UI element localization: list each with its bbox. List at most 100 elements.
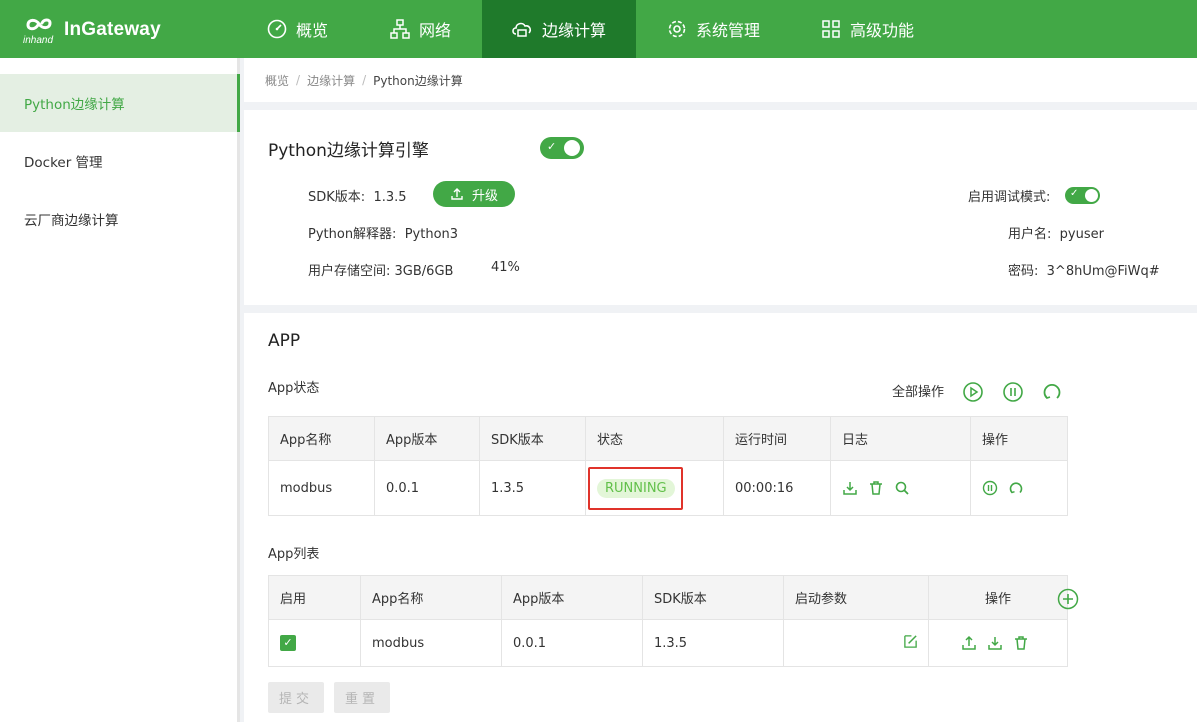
password-label: 密码: 3^8hUm@FiWq# (1008, 260, 1160, 279)
nav-edge-computing[interactable]: 边缘计算 (482, 0, 636, 58)
toggle-knob (564, 140, 580, 156)
logo: inhand InGateway (22, 14, 161, 46)
restart-icon[interactable] (1008, 480, 1024, 496)
app-version-cell: 0.0.1 (501, 619, 643, 667)
engine-toggle[interactable]: ✓ (540, 137, 584, 159)
download-log-icon[interactable] (842, 480, 858, 496)
logo-small-text: inhand (23, 35, 53, 45)
upload-icon (451, 188, 463, 200)
pause-icon[interactable] (982, 480, 998, 496)
check-icon: ✓ (547, 140, 557, 153)
dashboard-icon (267, 19, 287, 39)
storage-percent: 41% (491, 260, 520, 275)
nav-advanced[interactable]: 高级功能 (820, 0, 914, 58)
nav-label: 高级功能 (850, 21, 915, 40)
sidebar-item-python[interactable]: Python边缘计算 (0, 74, 240, 132)
column-header: 状态 (585, 416, 724, 461)
ops-cell (928, 619, 1068, 667)
sdk-version-label: SDK版本: 1.3.5 (308, 186, 407, 205)
top-nav-bar: inhand InGateway 概览 网络 边缘计算 系统管理 高级功能 (0, 0, 1197, 58)
app-list-title: App列表 (268, 547, 320, 562)
column-header: 操作 (970, 416, 1068, 461)
app-list-table: 启用 App名称 App版本 SDK版本 启动参数 操作 ✓ modbus 0.… (268, 575, 1068, 667)
breadcrumb-edge[interactable]: 边缘计算 (307, 72, 355, 89)
breadcrumb-separator: / (362, 73, 367, 87)
table-header-row: 启用 App名称 App版本 SDK版本 启动参数 操作 (268, 575, 1068, 620)
enable-cell: ✓ (268, 619, 361, 667)
app-title: APP (268, 331, 301, 351)
upgrade-button[interactable]: 升级 (433, 181, 515, 207)
search-log-icon[interactable] (894, 480, 910, 496)
app-version-cell: 0.0.1 (374, 460, 480, 516)
column-header: 启用 (268, 575, 361, 620)
engine-title: Python边缘计算引擎 (268, 141, 429, 161)
breadcrumb-overview[interactable]: 概览 (265, 72, 289, 89)
nav-label: 边缘计算 (542, 21, 607, 40)
nav-label: 网络 (419, 21, 452, 40)
username-label-text: 用户名: (1008, 227, 1052, 242)
username-label: 用户名: pyuser (1008, 223, 1104, 242)
check-icon: ✓ (1070, 188, 1079, 199)
breadcrumb: 概览 / 边缘计算 / Python边缘计算 (244, 58, 1197, 102)
sidebar-item-docker[interactable]: Docker 管理 (0, 132, 240, 190)
column-header: SDK版本 (642, 575, 784, 620)
storage-label: 用户存储空间: 3GB/6GB (308, 260, 453, 279)
network-icon (390, 19, 410, 39)
cloud-compute-icon (512, 22, 532, 37)
sdk-version-value: 1.3.5 (373, 190, 407, 205)
reset-button[interactable]: 重置 (334, 682, 390, 713)
log-cell (830, 460, 971, 516)
sidebar-item-cloud-vendor[interactable]: 云厂商边缘计算 (0, 190, 240, 248)
upload-icon[interactable] (961, 635, 977, 651)
nav-system[interactable]: 系统管理 (666, 0, 760, 58)
pause-all-icon[interactable] (1002, 381, 1024, 403)
uptime-cell: 00:00:16 (723, 460, 831, 516)
username-value: pyuser (1059, 227, 1104, 242)
nav-label: 系统管理 (696, 21, 761, 40)
column-header: 运行时间 (723, 416, 831, 461)
nav-network[interactable]: 网络 (389, 0, 451, 58)
restart-all-icon[interactable] (1041, 381, 1063, 403)
engine-card: Python边缘计算引擎 ✓ SDK版本: 1.3.5 升级 Python解释器… (244, 110, 1197, 305)
delete-icon[interactable] (1013, 635, 1029, 651)
interpreter-label-text: Python解释器: (308, 227, 397, 242)
column-header: 启动参数 (783, 575, 929, 620)
storage-value: 3GB/6GB (394, 264, 454, 279)
nav-overview[interactable]: 概览 (266, 0, 328, 58)
add-app-icon[interactable] (1057, 588, 1079, 610)
password-label-text: 密码: (1008, 264, 1039, 279)
start-all-icon[interactable] (962, 381, 984, 403)
download-icon[interactable] (987, 635, 1003, 651)
ops-cell (970, 460, 1068, 516)
column-header: App名称 (268, 416, 375, 461)
submit-button[interactable]: 提交 (268, 682, 324, 713)
highlight-box (588, 467, 683, 510)
toggle-knob (1085, 189, 1098, 202)
enable-checkbox[interactable]: ✓ (280, 635, 296, 651)
breadcrumb-current: Python边缘计算 (373, 73, 463, 88)
table-row: ✓ modbus 0.0.1 1.3.5 (268, 619, 1068, 667)
column-header: App版本 (501, 575, 643, 620)
column-header: 操作 (928, 575, 1068, 620)
storage-label-text: 用户存储空间: (308, 264, 391, 279)
sdk-version-cell: 1.3.5 (479, 460, 586, 516)
column-header: 日志 (830, 416, 971, 461)
app-card: APP App状态 全部操作 App名称 App版本 SDK版本 状态 运行时间… (244, 313, 1197, 722)
password-value: 3^8hUm@FiWq# (1046, 264, 1160, 279)
sdk-label-text: SDK版本: (308, 190, 366, 205)
debug-mode-label: 启用调试模式: (968, 190, 1051, 205)
logo-text: InGateway (64, 19, 161, 40)
debug-mode-toggle[interactable]: ✓ (1065, 187, 1100, 204)
delete-log-icon[interactable] (868, 480, 884, 496)
app-status-title: App状态 (268, 381, 320, 396)
breadcrumb-separator: / (296, 73, 301, 87)
gear-icon (668, 20, 686, 38)
edit-icon[interactable] (903, 634, 918, 649)
interpreter-label: Python解释器: Python3 (308, 223, 458, 242)
sdk-version-cell: 1.3.5 (642, 619, 784, 667)
app-name-cell: modbus (360, 619, 502, 667)
upgrade-label: 升级 (471, 188, 498, 204)
app-name-cell: modbus (268, 460, 375, 516)
sidebar: Python边缘计算 Docker 管理 云厂商边缘计算 (0, 58, 240, 722)
grid-icon (822, 20, 840, 38)
